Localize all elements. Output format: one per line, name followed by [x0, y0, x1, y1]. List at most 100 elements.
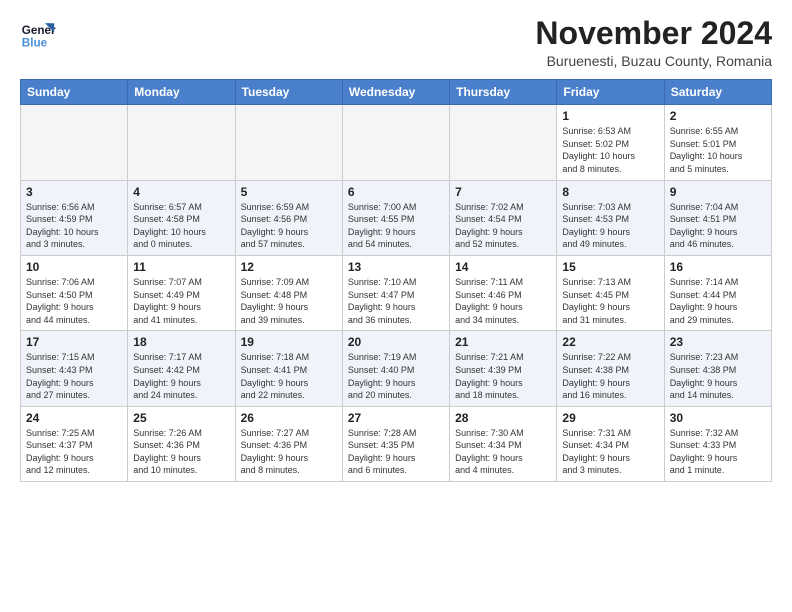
calendar-cell: 16 Sunrise: 7:14 AM Sunset: 4:44 PM Dayli…	[664, 255, 771, 330]
calendar-cell: 19 Sunrise: 7:18 AM Sunset: 4:41 PM Dayli…	[235, 331, 342, 406]
header-wednesday: Wednesday	[342, 80, 449, 105]
day-number: 2	[670, 109, 766, 123]
calendar-week-3: 10 Sunrise: 7:06 AM Sunset: 4:50 PM Dayli…	[21, 255, 772, 330]
day-info: Sunrise: 7:13 AM Sunset: 4:45 PM Dayligh…	[562, 276, 658, 326]
svg-text:Blue: Blue	[22, 37, 48, 50]
day-number: 8	[562, 185, 658, 199]
calendar-cell: 4 Sunrise: 6:57 AM Sunset: 4:58 PM Daylig…	[128, 180, 235, 255]
day-info: Sunrise: 7:25 AM Sunset: 4:37 PM Dayligh…	[26, 427, 122, 477]
day-number: 14	[455, 260, 551, 274]
day-number: 6	[348, 185, 444, 199]
day-number: 17	[26, 335, 122, 349]
day-info: Sunrise: 7:00 AM Sunset: 4:55 PM Dayligh…	[348, 201, 444, 251]
day-number: 23	[670, 335, 766, 349]
calendar-cell: 7 Sunrise: 7:02 AM Sunset: 4:54 PM Daylig…	[450, 180, 557, 255]
calendar-cell: 22 Sunrise: 7:22 AM Sunset: 4:38 PM Dayli…	[557, 331, 664, 406]
calendar-table: Sunday Monday Tuesday Wednesday Thursday…	[20, 79, 772, 482]
day-info: Sunrise: 7:04 AM Sunset: 4:51 PM Dayligh…	[670, 201, 766, 251]
header-sunday: Sunday	[21, 80, 128, 105]
day-info: Sunrise: 7:31 AM Sunset: 4:34 PM Dayligh…	[562, 427, 658, 477]
header-friday: Friday	[557, 80, 664, 105]
day-info: Sunrise: 7:10 AM Sunset: 4:47 PM Dayligh…	[348, 276, 444, 326]
day-info: Sunrise: 7:22 AM Sunset: 4:38 PM Dayligh…	[562, 351, 658, 401]
day-number: 15	[562, 260, 658, 274]
calendar-cell: 14 Sunrise: 7:11 AM Sunset: 4:46 PM Dayli…	[450, 255, 557, 330]
weekday-header-row: Sunday Monday Tuesday Wednesday Thursday…	[21, 80, 772, 105]
day-info: Sunrise: 6:55 AM Sunset: 5:01 PM Dayligh…	[670, 125, 766, 175]
day-number: 3	[26, 185, 122, 199]
day-number: 26	[241, 411, 337, 425]
calendar-cell	[450, 105, 557, 180]
day-info: Sunrise: 7:30 AM Sunset: 4:34 PM Dayligh…	[455, 427, 551, 477]
day-number: 13	[348, 260, 444, 274]
day-info: Sunrise: 7:15 AM Sunset: 4:43 PM Dayligh…	[26, 351, 122, 401]
day-info: Sunrise: 7:21 AM Sunset: 4:39 PM Dayligh…	[455, 351, 551, 401]
day-info: Sunrise: 7:27 AM Sunset: 4:36 PM Dayligh…	[241, 427, 337, 477]
calendar-body: 1Sunrise: 6:53 AM Sunset: 5:02 PM Daylig…	[21, 105, 772, 482]
calendar-cell: 21 Sunrise: 7:21 AM Sunset: 4:39 PM Dayli…	[450, 331, 557, 406]
subtitle: Buruenesti, Buzau County, Romania	[535, 53, 772, 69]
calendar-cell: 28 Sunrise: 7:30 AM Sunset: 4:34 PM Dayli…	[450, 406, 557, 481]
calendar-cell: 30Sunrise: 7:32 AM Sunset: 4:33 PM Dayli…	[664, 406, 771, 481]
calendar-cell: 29Sunrise: 7:31 AM Sunset: 4:34 PM Dayli…	[557, 406, 664, 481]
day-info: Sunrise: 6:57 AM Sunset: 4:58 PM Dayligh…	[133, 201, 229, 251]
day-info: Sunrise: 7:28 AM Sunset: 4:35 PM Dayligh…	[348, 427, 444, 477]
calendar-cell: 25 Sunrise: 7:26 AM Sunset: 4:36 PM Dayli…	[128, 406, 235, 481]
calendar-cell: 23 Sunrise: 7:23 AM Sunset: 4:38 PM Dayli…	[664, 331, 771, 406]
day-number: 19	[241, 335, 337, 349]
calendar-cell: 9 Sunrise: 7:04 AM Sunset: 4:51 PM Daylig…	[664, 180, 771, 255]
calendar-cell	[342, 105, 449, 180]
title-block: November 2024 Buruenesti, Buzau County, …	[535, 16, 772, 69]
calendar-cell: 2 Sunrise: 6:55 AM Sunset: 5:01 PM Daylig…	[664, 105, 771, 180]
day-number: 12	[241, 260, 337, 274]
calendar-cell: 24Sunrise: 7:25 AM Sunset: 4:37 PM Dayli…	[21, 406, 128, 481]
day-info: Sunrise: 7:11 AM Sunset: 4:46 PM Dayligh…	[455, 276, 551, 326]
calendar-cell: 20Sunrise: 7:19 AM Sunset: 4:40 PM Dayli…	[342, 331, 449, 406]
calendar-cell	[21, 105, 128, 180]
day-number: 10	[26, 260, 122, 274]
day-number: 16	[670, 260, 766, 274]
logo-icon: General Blue	[20, 16, 56, 52]
calendar-cell: 3 Sunrise: 6:56 AM Sunset: 4:59 PM Daylig…	[21, 180, 128, 255]
day-info: Sunrise: 7:18 AM Sunset: 4:41 PM Dayligh…	[241, 351, 337, 401]
day-info: Sunrise: 7:02 AM Sunset: 4:54 PM Dayligh…	[455, 201, 551, 251]
calendar-cell: 26 Sunrise: 7:27 AM Sunset: 4:36 PM Dayli…	[235, 406, 342, 481]
day-info: Sunrise: 7:03 AM Sunset: 4:53 PM Dayligh…	[562, 201, 658, 251]
day-info: Sunrise: 6:56 AM Sunset: 4:59 PM Dayligh…	[26, 201, 122, 251]
day-info: Sunrise: 7:09 AM Sunset: 4:48 PM Dayligh…	[241, 276, 337, 326]
day-info: Sunrise: 7:17 AM Sunset: 4:42 PM Dayligh…	[133, 351, 229, 401]
calendar-week-4: 17 Sunrise: 7:15 AM Sunset: 4:43 PM Dayli…	[21, 331, 772, 406]
day-number: 30	[670, 411, 766, 425]
day-number: 27	[348, 411, 444, 425]
day-number: 28	[455, 411, 551, 425]
calendar-cell: 27 Sunrise: 7:28 AM Sunset: 4:35 PM Dayli…	[342, 406, 449, 481]
calendar-week-5: 24Sunrise: 7:25 AM Sunset: 4:37 PM Dayli…	[21, 406, 772, 481]
day-number: 11	[133, 260, 229, 274]
logo: General Blue	[20, 16, 56, 52]
day-number: 5	[241, 185, 337, 199]
calendar-week-2: 3 Sunrise: 6:56 AM Sunset: 4:59 PM Daylig…	[21, 180, 772, 255]
calendar-cell: 5Sunrise: 6:59 AM Sunset: 4:56 PM Daylig…	[235, 180, 342, 255]
day-number: 9	[670, 185, 766, 199]
day-info: Sunrise: 7:26 AM Sunset: 4:36 PM Dayligh…	[133, 427, 229, 477]
calendar-cell: 12 Sunrise: 7:09 AM Sunset: 4:48 PM Dayli…	[235, 255, 342, 330]
header-saturday: Saturday	[664, 80, 771, 105]
day-info: Sunrise: 7:07 AM Sunset: 4:49 PM Dayligh…	[133, 276, 229, 326]
day-number: 20	[348, 335, 444, 349]
calendar-cell: 17 Sunrise: 7:15 AM Sunset: 4:43 PM Dayli…	[21, 331, 128, 406]
page: General Blue November 2024 Buruenesti, B…	[0, 0, 792, 492]
calendar-cell: 8 Sunrise: 7:03 AM Sunset: 4:53 PM Daylig…	[557, 180, 664, 255]
day-number: 22	[562, 335, 658, 349]
calendar-cell: 10 Sunrise: 7:06 AM Sunset: 4:50 PM Dayli…	[21, 255, 128, 330]
day-info: Sunrise: 7:06 AM Sunset: 4:50 PM Dayligh…	[26, 276, 122, 326]
main-title: November 2024	[535, 16, 772, 51]
calendar-header: Sunday Monday Tuesday Wednesday Thursday…	[21, 80, 772, 105]
calendar-cell: 15 Sunrise: 7:13 AM Sunset: 4:45 PM Dayli…	[557, 255, 664, 330]
day-number: 7	[455, 185, 551, 199]
day-number: 21	[455, 335, 551, 349]
day-info: Sunrise: 7:14 AM Sunset: 4:44 PM Dayligh…	[670, 276, 766, 326]
day-number: 4	[133, 185, 229, 199]
calendar-cell: 18Sunrise: 7:17 AM Sunset: 4:42 PM Dayli…	[128, 331, 235, 406]
day-info: Sunrise: 7:23 AM Sunset: 4:38 PM Dayligh…	[670, 351, 766, 401]
day-number: 25	[133, 411, 229, 425]
